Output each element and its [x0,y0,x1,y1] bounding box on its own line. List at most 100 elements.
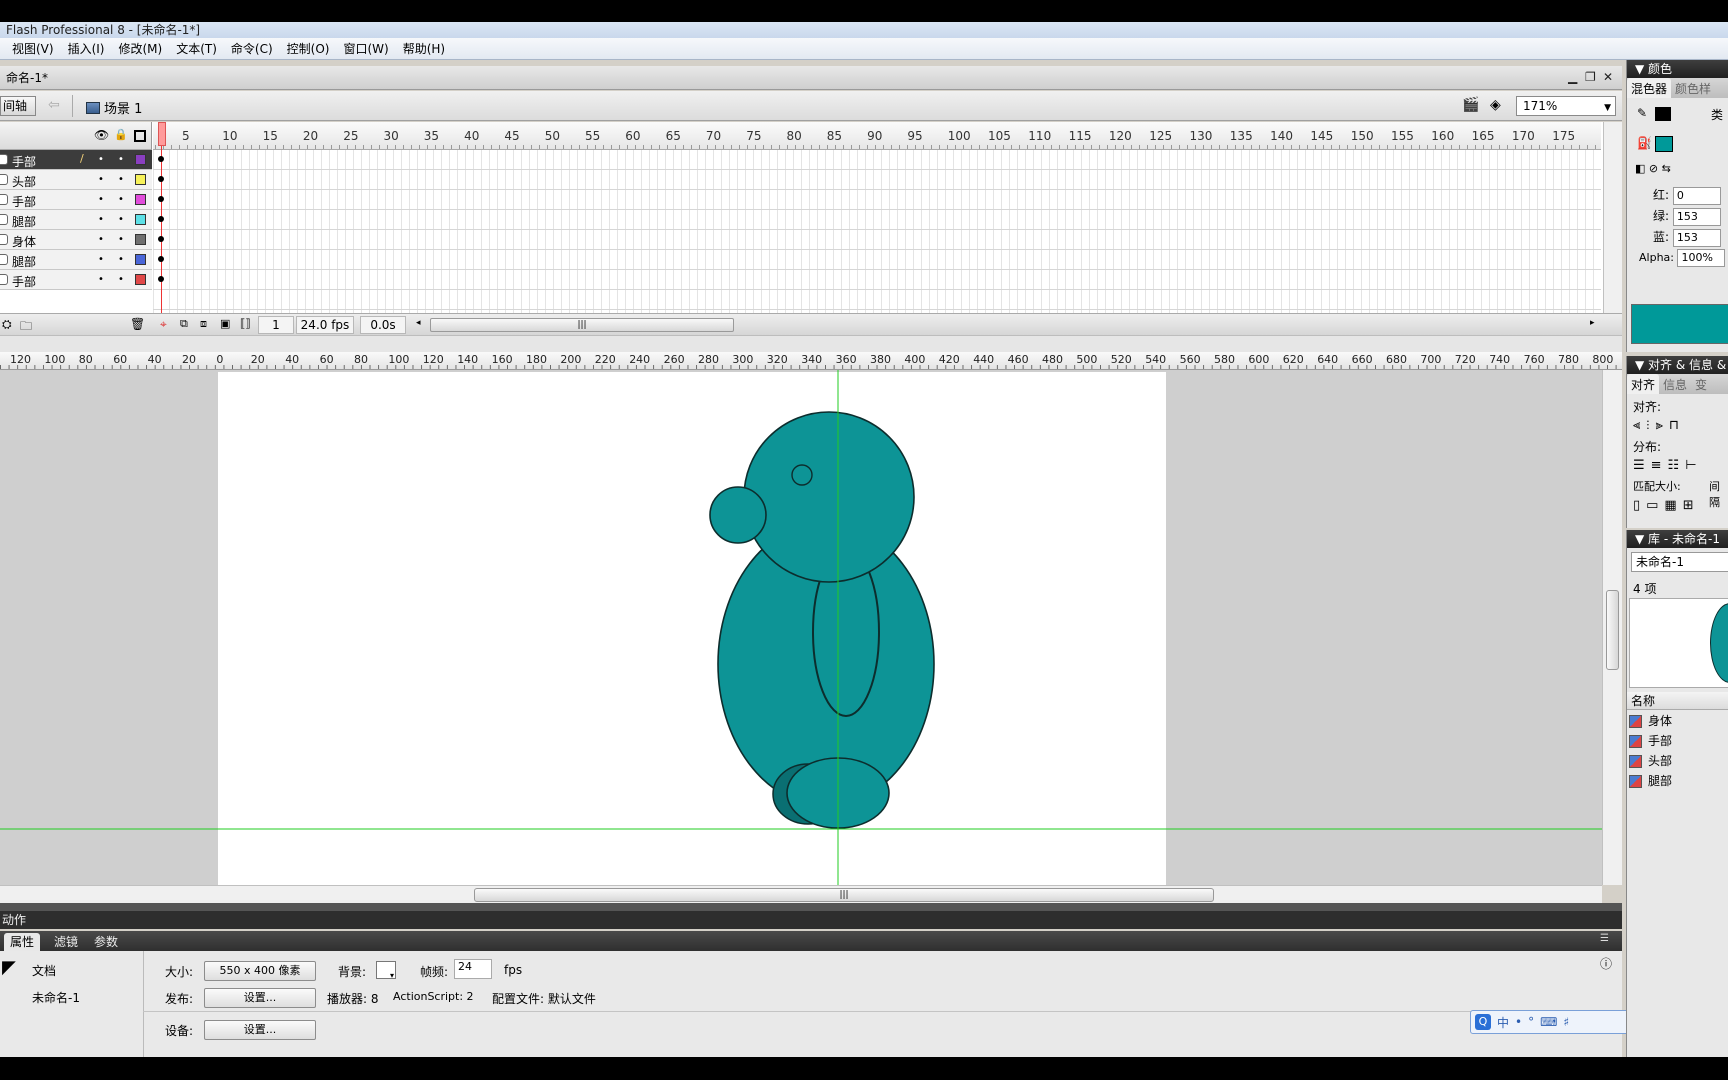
tab-mixer[interactable]: 混色器 [1627,78,1672,98]
library-item[interactable]: 手部 [1629,732,1672,750]
red-input[interactable]: 0 [1672,186,1721,205]
visibility-dot[interactable]: • [98,194,104,205]
visibility-dot[interactable]: • [98,154,104,165]
library-name-header[interactable]: 名称 [1627,692,1728,710]
add-layer-icon[interactable]: ⛭ [2,317,12,332]
close-icon[interactable]: ✕ [1603,70,1613,84]
outline-color-swatch[interactable] [135,254,146,265]
stage-vscrollbar[interactable] [1602,370,1622,885]
scene-breadcrumb[interactable]: 场景 1 [86,98,142,117]
outline-color-swatch[interactable] [135,174,146,185]
stage-hscrollbar[interactable]: ||| [0,885,1602,903]
menu-item[interactable]: 视图(V) [12,39,54,58]
panel-splitter[interactable] [0,903,1622,911]
keyframe-dot[interactable] [158,196,164,202]
blue-input[interactable]: 153 [1672,228,1721,247]
library-item[interactable]: 腿部 [1629,772,1672,790]
properties-tab[interactable]: 参数 [88,933,124,951]
frames-grid[interactable] [153,150,1601,313]
menu-item[interactable]: 文本(T) [176,39,217,58]
library-document-select[interactable]: 未命名-1 [1631,552,1728,572]
size-button[interactable]: 550 x 400 像素 [204,961,316,981]
color-panel-header[interactable]: ▼ 颜色 [1627,60,1728,78]
actions-panel-header[interactable]: 动作 [0,911,1622,929]
ime-button[interactable]: • [1515,1015,1522,1029]
tab-transform[interactable]: 变 [1691,374,1711,394]
device-settings-button[interactable]: 设置... [204,1020,316,1040]
panel-menu-icon[interactable]: ☰ [1600,933,1609,944]
zoom-select[interactable]: 171% ▼ [1516,96,1616,116]
match-buttons-icon[interactable]: ▯▭▦⊞ [1633,498,1700,513]
minimize-icon[interactable]: ▁ [1568,70,1577,84]
edit-symbol-icon[interactable]: ◈ [1490,97,1501,113]
penguin-drawing[interactable] [0,370,1602,885]
center-frame-icon[interactable]: ⌖ [160,317,167,332]
green-input[interactable]: 153 [1672,207,1721,226]
outline-icon[interactable] [134,130,146,142]
visibility-dot[interactable]: • [98,214,104,225]
library-item[interactable]: 身体 [1629,712,1672,730]
playhead[interactable] [158,122,166,146]
publish-settings-button[interactable]: 设置... [204,988,316,1008]
timeline-toggle-button[interactable]: 间轴 [0,96,36,116]
outline-color-swatch[interactable] [135,214,146,225]
align-panel-header[interactable]: ▼ 对齐 & 信息 & [1627,356,1728,374]
visibility-dot[interactable]: • [98,174,104,185]
scroll-left-icon[interactable]: ◂ [416,318,421,328]
lock-dot[interactable]: • [118,214,124,225]
visibility-dot[interactable]: • [98,274,104,285]
ime-button[interactable]: 中 [1497,1014,1509,1031]
layer-row[interactable]: 手部 • • [0,190,152,210]
properties-tab[interactable]: 滤镜 [48,933,84,951]
lock-dot[interactable]: • [118,174,124,185]
layer-row[interactable]: 手部 • • [0,270,152,290]
menu-item[interactable]: 窗口(W) [343,39,388,58]
align-buttons-icon[interactable]: ⫷⫶⫸⊓ [1633,418,1685,433]
visibility-dot[interactable]: • [98,234,104,245]
tab-info[interactable]: 信息 [1659,374,1691,394]
outline-color-swatch[interactable] [135,234,146,245]
lock-dot[interactable]: • [118,254,124,265]
library-panel-header[interactable]: ▼ 库 - 未命名-1 [1627,530,1728,548]
keyframe-dot[interactable] [158,216,164,222]
back-arrow-icon[interactable]: ⇦ [48,97,60,113]
menu-item[interactable]: 帮助(H) [403,39,445,58]
onion-outline-icon[interactable]: ⧈ [200,317,207,331]
ime-logo-icon[interactable]: Q [1475,1014,1491,1030]
onion-markers-icon[interactable]: ⟦⟧ [240,317,251,330]
keyframe-dot[interactable] [158,176,164,182]
keyframe-dot[interactable] [158,276,164,282]
trash-icon[interactable]: 🗑 [130,317,145,331]
ime-button[interactable]: ° [1528,1015,1534,1029]
outline-color-swatch[interactable] [135,274,146,285]
menu-item[interactable]: 插入(I) [68,39,105,58]
background-color-swatch[interactable]: ▾ [376,961,396,980]
outline-color-swatch[interactable] [135,194,146,205]
ime-toolbar[interactable]: Q 中 • ° ⌨ ♯ [1470,1010,1630,1034]
menu-item[interactable]: 修改(M) [118,39,162,58]
ime-button[interactable]: ⌨ [1540,1015,1557,1029]
outline-color-swatch[interactable] [135,154,146,165]
lock-icon[interactable]: 🔒 [114,128,128,141]
onion-skin-icon[interactable]: ⧉ [180,317,188,331]
head-shape[interactable] [743,411,915,583]
lock-dot[interactable]: • [118,234,124,245]
fps-input[interactable]: 24 [454,959,492,979]
alpha-input[interactable]: 100% [1677,249,1726,267]
swap-colors-icon[interactable]: ◧ ⊘ ⇆ [1635,162,1671,175]
lock-dot[interactable]: • [118,274,124,285]
keyframe-dot[interactable] [158,156,164,162]
menu-item[interactable]: 控制(O) [287,39,330,58]
keyframe-dot[interactable] [158,236,164,242]
layer-row[interactable]: 腿部 • • [0,210,152,230]
timeline-vscrollbar[interactable] [1603,122,1622,313]
layer-row[interactable]: 腿部 • • [0,250,152,270]
stroke-pencil-icon[interactable]: ✎ [1637,106,1647,120]
menu-item[interactable]: 命令(C) [231,39,273,58]
edit-multiple-icon[interactable]: ▣ [220,317,230,330]
layer-row[interactable]: 手部 / • • [0,150,152,170]
eye-shape[interactable] [791,464,813,486]
distribute-buttons-icon[interactable]: ☰≡☷⊢ [1633,458,1703,473]
restore-icon[interactable]: ❐ [1585,70,1596,84]
edit-scene-icon[interactable]: 🎬 [1462,97,1479,113]
